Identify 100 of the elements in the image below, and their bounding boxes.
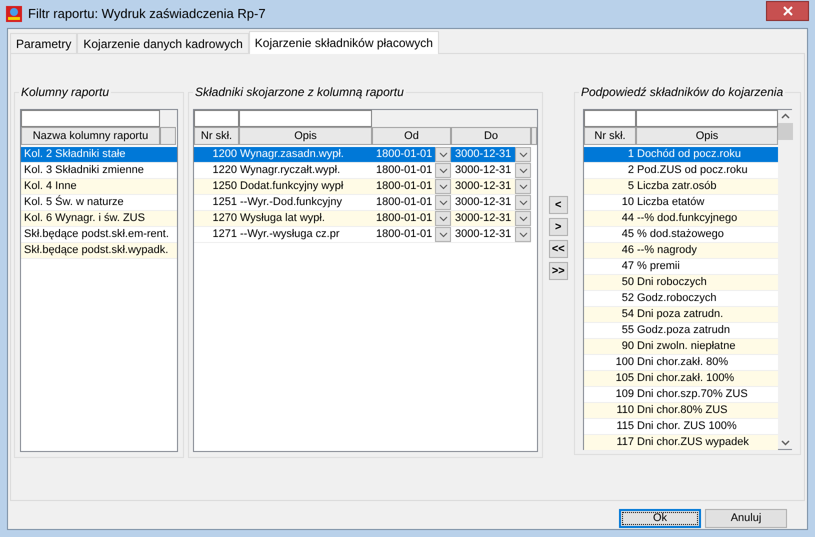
table-cell-text: --% nagrody <box>636 243 697 258</box>
tab[interactable]: Kojarzenie danych kadrowych <box>77 33 249 53</box>
list-row[interactable]: 54 Dni poza zatrudn. <box>584 307 778 323</box>
column-header[interactable]: Opis <box>636 127 778 145</box>
scroll-up-icon[interactable] <box>781 113 790 119</box>
table-cell-text: 115 <box>615 419 635 434</box>
move-button[interactable]: << <box>548 240 568 258</box>
table-cell-text: 1271 <box>212 227 238 242</box>
list-row[interactable]: 109 Dni chor.szp.70% ZUS <box>584 387 778 403</box>
table-cell-text: 2 <box>626 163 635 178</box>
dropdown-button[interactable] <box>435 163 451 178</box>
table-cell-text: 1800-01-01 <box>376 147 433 162</box>
chevron-down-icon <box>518 152 528 158</box>
list-row[interactable]: 46 --% nagrody <box>584 243 778 259</box>
scroll-down-icon[interactable] <box>781 440 790 446</box>
close-button[interactable] <box>766 1 809 21</box>
list-row[interactable]: Kol. 4 Inne <box>21 179 177 195</box>
table-cell-text: 117 <box>615 435 635 450</box>
table-cell-text: Wysługa lat wypł. <box>239 211 326 226</box>
list-row[interactable]: 115 Dni chor. ZUS 100% <box>584 419 778 435</box>
dropdown-button[interactable] <box>435 211 451 226</box>
dropdown-button[interactable] <box>435 147 451 162</box>
chevron-down-icon <box>518 184 528 190</box>
table-row[interactable]: 1220 Wynagr.ryczałt.wypł. 1800-01-01 3000-12-31 <box>194 163 531 179</box>
table-cell-text: Dochód od pocz.roku <box>636 147 741 162</box>
list-row[interactable]: 47 % premii <box>584 259 778 275</box>
list-row[interactable]: Kol. 5 Św. w naturze <box>21 195 177 211</box>
filter-field[interactable] <box>584 110 636 127</box>
table-cell-text: 50 <box>620 275 635 290</box>
list-row[interactable]: 55 Godz.poza zatrudn <box>584 323 778 339</box>
table-row[interactable]: 1271 --Wyr.-wysługa cz.pr 1800-01-01 3000-12-31 <box>194 227 531 243</box>
chevron-down-icon <box>518 232 528 238</box>
chevron-down-icon <box>438 200 448 206</box>
table-cell-text: 3000-12-31 <box>455 179 512 194</box>
list-row[interactable]: 5 Liczba zatr.osób <box>584 179 778 195</box>
move-button[interactable]: < <box>548 196 568 214</box>
chevron-down-icon <box>518 216 528 222</box>
list-row[interactable]: Kol. 2 Składniki stałe <box>21 147 177 163</box>
list-row[interactable]: 105 Dni chor.zakł. 100% <box>584 371 778 387</box>
table-cell-text: 55 <box>620 323 635 338</box>
dropdown-button[interactable] <box>435 227 451 242</box>
table-cell-text: 1251 <box>212 195 238 210</box>
list-row[interactable]: 44 --% dod.funkcyjnego <box>584 211 778 227</box>
dropdown-button[interactable] <box>515 211 531 226</box>
filter-field[interactable] <box>194 110 239 127</box>
list-row[interactable]: Skł.będące podst.skł.em-rent. <box>21 227 177 243</box>
list-row[interactable]: Skł.będące podst.skł.wypadk. <box>21 243 177 259</box>
dropdown-button[interactable] <box>515 147 531 162</box>
table-row[interactable]: 1250 Dodat.funkcyjny wypł 1800-01-01 3000-12-31 <box>194 179 531 195</box>
list-row[interactable]: 1 Dochód od pocz.roku <box>584 147 778 163</box>
tab[interactable]: Parametry <box>10 33 78 53</box>
scrollbar[interactable] <box>778 110 793 449</box>
dropdown-button[interactable] <box>435 195 451 210</box>
list-row[interactable]: 117 Dni chor.ZUS wypadek <box>584 435 778 451</box>
column-header[interactable]: Od <box>372 127 451 145</box>
filter-field[interactable] <box>239 110 372 127</box>
column-header[interactable]: Do <box>451 127 531 145</box>
table-row[interactable]: 1200 Wynagr.zasadn.wypł. 1800-01-01 3000-12-31 <box>194 147 531 163</box>
scroll-thumb[interactable] <box>778 123 793 140</box>
list-row[interactable]: 10 Liczba etatów <box>584 195 778 211</box>
table-cell-text: 3000-12-31 <box>455 195 512 210</box>
column-header[interactable]: Nr skł. <box>584 127 636 145</box>
dropdown-button[interactable] <box>515 195 531 210</box>
dialog-button[interactable]: Anuluj <box>705 509 787 528</box>
filter-field[interactable] <box>21 110 160 127</box>
window-title: Filtr raportu: Wydruk zaświadczenia Rp-7 <box>28 5 267 24</box>
chevron-down-icon <box>438 216 448 222</box>
column-header[interactable]: Nazwa kolumny raportu <box>21 127 160 145</box>
list-row[interactable]: Kol. 6 Wynagr. i św. ZUS <box>21 211 177 227</box>
table-row[interactable]: 1270 Wysługa lat wypł. 1800-01-01 3000-12-31 <box>194 211 531 227</box>
list-row[interactable]: 52 Godz.roboczych <box>584 291 778 307</box>
table-cell-text: 1800-01-01 <box>376 179 433 194</box>
chevron-down-icon <box>438 152 448 158</box>
list-row[interactable]: 90 Dni zwoln. niepłatne <box>584 339 778 355</box>
list-row[interactable]: 50 Dni roboczych <box>584 275 778 291</box>
filter-field[interactable] <box>636 110 778 127</box>
move-button[interactable]: >> <box>548 262 568 280</box>
tab[interactable]: Kojarzenie składników płacowych <box>248 31 439 54</box>
table-cell-text: --Wyr.-Dod.funkcyjny <box>239 195 343 210</box>
table-cell-text: 1250 <box>212 179 238 194</box>
dropdown-button[interactable] <box>515 227 531 242</box>
dropdown-button[interactable] <box>435 179 451 194</box>
list-row[interactable]: 45 % dod.stażowego <box>584 227 778 243</box>
column-header[interactable]: Nr skł. <box>194 127 239 145</box>
chevron-down-icon <box>518 200 528 206</box>
table-row[interactable]: 1251 --Wyr.-Dod.funkcyjny 1800-01-01 3000-12-31 <box>194 195 531 211</box>
move-button[interactable]: > <box>548 218 568 236</box>
table-cell-text: 90 <box>620 339 635 354</box>
table-cell-text: 3000-12-31 <box>455 211 512 226</box>
dropdown-button[interactable] <box>515 163 531 178</box>
chevron-down-icon <box>438 168 448 174</box>
dropdown-button[interactable] <box>515 179 531 194</box>
list-row[interactable]: 100 Dni chor.zakł. 80% <box>584 355 778 371</box>
list-row[interactable]: 110 Dni chor.80% ZUS <box>584 403 778 419</box>
group-title: Składniki skojarzone z kolumną raportu <box>193 84 406 100</box>
list-row[interactable]: 2 Pod.ZUS od pocz.roku <box>584 163 778 179</box>
column-header[interactable]: Opis <box>239 127 372 145</box>
table-cell-text: 44 <box>620 211 635 226</box>
dialog-button[interactable]: Ok <box>619 509 701 528</box>
list-row[interactable]: Kol. 3 Składniki zmienne <box>21 163 177 179</box>
